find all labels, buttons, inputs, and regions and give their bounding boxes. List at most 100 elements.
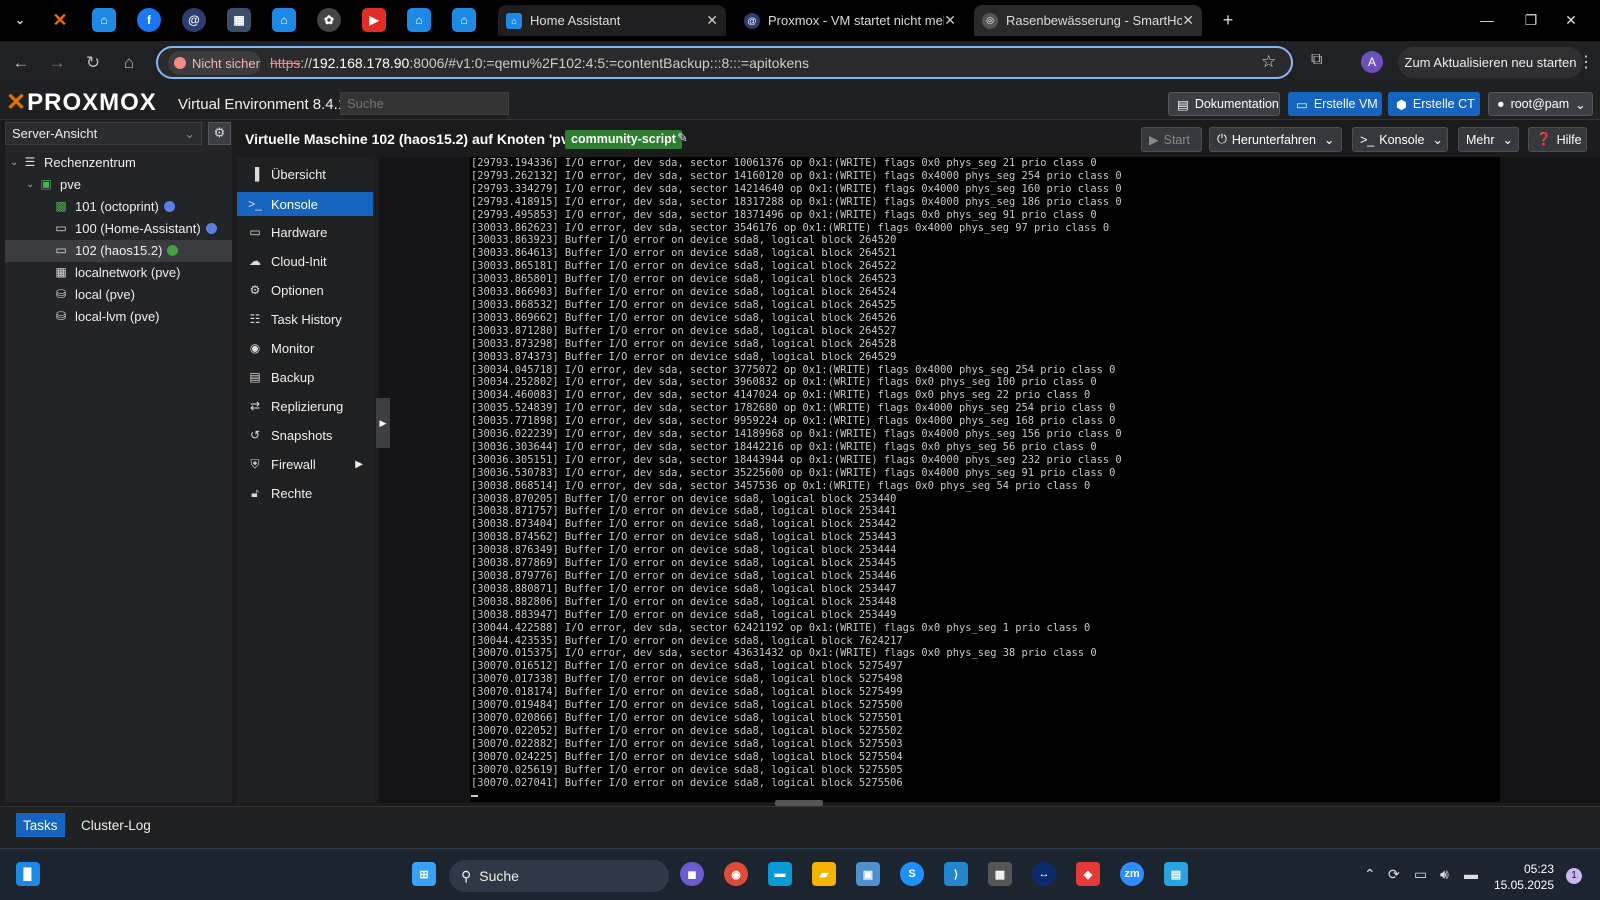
tree-item-vm-100[interactable]: ▭ 100 (Home-Assistant) [53, 218, 217, 238]
teamviewer-icon[interactable]: ↔ [1032, 862, 1056, 886]
collapse-handle[interactable]: ▶ [376, 398, 390, 448]
nav-item-permissions[interactable]: 🔓︎ Rechte [237, 481, 373, 505]
console-line: [30038.879776] Buffer I/O error on devic… [471, 570, 897, 582]
security-chip[interactable]: Nicht sicher [168, 51, 261, 75]
pinned-tab-chatgpt[interactable]: ✿ [317, 8, 341, 32]
console-button[interactable]: >_ Konsole ⌄ [1352, 127, 1448, 152]
windows-start-icon[interactable]: ⊞ [412, 862, 436, 886]
skype-icon[interactable]: S [900, 862, 924, 886]
url-text[interactable]: https://192.168.178.90:8006/#v1:0:=qemu%… [270, 55, 809, 71]
home-icon[interactable]: ⌂ [116, 50, 142, 76]
tree-node-datacenter[interactable]: ⌄ ☰ Rechenzentrum [10, 152, 136, 172]
nav-item-console[interactable]: >_ Konsole [237, 192, 373, 216]
create-ct-label: Erstelle CT [1412, 97, 1475, 111]
tree-item-local[interactable]: ⛁ local (pve) [53, 284, 135, 304]
menu-dots-icon[interactable]: ⋮ [1578, 52, 1594, 72]
nav-item-replication[interactable]: ⇄ Replizierung [237, 394, 373, 418]
widgets-icon[interactable]: ▉ [16, 862, 40, 886]
gear-icon: ⚙ [249, 283, 261, 297]
console-line: [30070.017338] Buffer I/O error on devic… [471, 673, 903, 686]
close-icon[interactable]: ✕ [1182, 12, 1194, 29]
tag-badge[interactable]: community-script [565, 130, 682, 149]
tab-smarthome[interactable]: ◎ Rasenbewässerung - SmartHom ✕ [974, 5, 1202, 36]
profile-avatar[interactable]: A [1361, 51, 1383, 73]
tree-item-vm-101[interactable]: ▩ 101 (octoprint) [53, 196, 175, 216]
back-arrow-icon[interactable]: ← [8, 50, 34, 76]
volume-icon[interactable]: 🔊︎ [1440, 866, 1449, 883]
app-icon[interactable]: ▬ [768, 862, 792, 886]
nav-item-options[interactable]: ⚙ Optionen [237, 278, 373, 302]
taskbar-clock[interactable]: 05:23 15.05.2025 [1484, 861, 1554, 893]
tree-item-local-lvm[interactable]: ⛁ local-lvm (pve) [53, 306, 160, 326]
notification-badge[interactable]: 1 [1566, 868, 1582, 884]
reload-icon[interactable]: ↻ [80, 50, 106, 76]
tab-proxmox-forum[interactable]: @ Proxmox - VM startet nicht mel ✕ [736, 5, 964, 36]
search-input[interactable] [340, 92, 509, 115]
start-button[interactable]: ▶ Start [1141, 127, 1202, 152]
anydesk-icon[interactable]: ◆ [1076, 862, 1100, 886]
tab-tasks[interactable]: Tasks [16, 813, 65, 837]
close-icon[interactable]: ✕ [944, 12, 956, 29]
tree-item-localnetwork[interactable]: ▦ localnetwork (pve) [53, 262, 180, 282]
pinned-tab-app[interactable]: ▦ [227, 8, 251, 32]
minimize-button[interactable]: — [1472, 8, 1502, 32]
pinned-tab-facebook[interactable]: f [137, 8, 161, 32]
update-restart-button[interactable]: Zum Aktualisieren neu starten [1398, 47, 1583, 78]
create-ct-button[interactable]: ⬢ Erstelle CT [1388, 92, 1480, 116]
nav-item-cloud-init[interactable]: ☁ Cloud-Init [237, 249, 373, 273]
chevron-down-icon[interactable]: ⌄ [1432, 132, 1442, 147]
taskbar-search[interactable]: ⚲ Suche [449, 860, 669, 892]
battery-icon[interactable]: ▬ [1464, 866, 1478, 882]
nav-item-overview[interactable]: ▐ Übersicht [237, 162, 373, 186]
documentation-button[interactable]: ▤ Dokumentation [1168, 92, 1280, 116]
extensions-icon[interactable]: ⧉ [1311, 51, 1322, 69]
help-button[interactable]: ❓ Hilfe [1528, 127, 1587, 152]
pinned-tab-proxmox[interactable]: ✕ [48, 8, 72, 32]
zoom-icon[interactable]: zm [1120, 862, 1144, 886]
pinned-tab-home-assistant-4[interactable]: ⌂ [452, 8, 476, 32]
teams-meet-icon[interactable]: ◼ [680, 862, 704, 886]
nav-item-snapshots[interactable]: ↺ Snapshots [237, 423, 373, 447]
vm-console-screen[interactable]: [29793.194336] I/O error, dev sda, secto… [470, 157, 1500, 802]
notepad-icon[interactable]: ▤ [1164, 862, 1188, 886]
close-icon[interactable]: ✕ [706, 12, 718, 29]
nav-item-monitor[interactable]: ◉ Monitor [237, 336, 373, 360]
vscode-icon[interactable]: ⟩ [944, 862, 968, 886]
more-button[interactable]: Mehr ⌄ [1458, 127, 1519, 152]
pinned-tab-forum[interactable]: @ [182, 8, 206, 32]
create-vm-button[interactable]: ▭ Erstelle VM [1288, 92, 1382, 116]
tree-settings-button[interactable]: ⚙ [208, 122, 231, 145]
tab-list-chevron-icon[interactable]: ⌄ [8, 8, 32, 32]
new-tab-button[interactable]: + [1213, 8, 1243, 32]
chevron-down-icon[interactable]: ⌄ [1324, 132, 1334, 147]
nav-item-hardware[interactable]: ▭ Hardware [237, 220, 373, 244]
tree-label: 102 (haos15.2) [75, 242, 163, 258]
tree-node-pve[interactable]: ⌄ ▣ pve [26, 174, 81, 194]
pinned-tab-home-assistant-1[interactable]: ⌂ [92, 8, 116, 32]
remote-desktop-icon[interactable]: ▣ [856, 862, 880, 886]
network-icon[interactable]: ▭ [1414, 866, 1427, 883]
nav-item-firewall[interactable]: ⛨ Firewall ▶ [237, 452, 373, 476]
tray-chevron-up-icon[interactable]: ⌃ [1364, 866, 1376, 883]
pinned-tab-home-assistant-3[interactable]: ⌂ [407, 8, 431, 32]
pinned-tab-youtube[interactable]: ▶ [362, 8, 386, 32]
pinned-tab-home-assistant-2[interactable]: ⌂ [272, 8, 296, 32]
calculator-icon[interactable]: ▦ [988, 862, 1012, 886]
tree-item-vm-102[interactable]: ▭ 102 (haos15.2) [53, 240, 179, 260]
edit-pencil-icon[interactable]: ✎ [677, 130, 688, 146]
forward-arrow-icon[interactable]: → [44, 50, 70, 76]
tab-cluster-log[interactable]: Cluster-Log [74, 813, 158, 837]
nav-item-backup[interactable]: ▤ Backup [237, 365, 373, 389]
nav-item-task-history[interactable]: ☷ Task History [237, 307, 373, 331]
close-window-button[interactable]: ✕ [1556, 8, 1586, 32]
view-selector[interactable]: Server-Ansicht ⌄ [5, 122, 202, 145]
shutdown-button[interactable]: ⏻ Herunterfahren ⌄ [1209, 127, 1342, 152]
user-menu-button[interactable]: ● root@pam ⌄ [1488, 92, 1593, 116]
youtube-icon: ▶ [369, 13, 379, 27]
sync-icon[interactable]: ⟳ [1388, 866, 1400, 883]
file-explorer-icon[interactable]: ▰ [812, 862, 836, 886]
tab-home-assistant[interactable]: ⌂ Home Assistant ✕ [498, 5, 726, 36]
chrome-icon[interactable]: ◉ [724, 862, 748, 886]
bookmark-star-icon[interactable]: ☆ [1261, 52, 1276, 72]
maximize-button[interactable]: ❐ [1516, 8, 1546, 32]
